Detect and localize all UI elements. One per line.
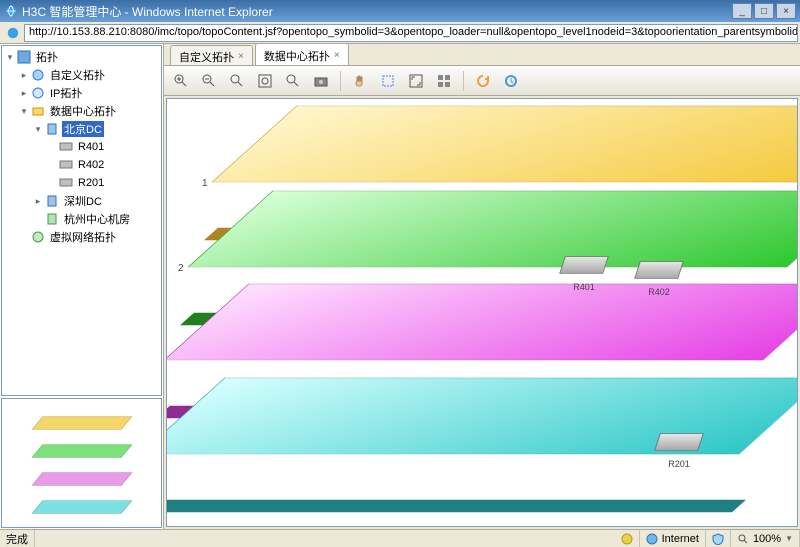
device-r402[interactable]: R402	[637, 259, 681, 291]
device-r401[interactable]: R401	[562, 254, 606, 286]
device-icon	[58, 175, 74, 191]
tab-dc-topo[interactable]: 数据中心拓扑 ×	[255, 43, 349, 65]
minimap-layer	[31, 500, 132, 513]
device-icon	[58, 139, 74, 155]
topo-icon	[16, 49, 32, 65]
topology-canvas[interactable]: 1 2 3 4 R401 R402 R201	[166, 98, 798, 527]
window-titlebar: H3C 智能管理中心 - Windows Internet Explorer _…	[0, 0, 800, 22]
select-button[interactable]	[377, 70, 399, 92]
virtual-topo-icon	[30, 229, 46, 245]
tree-device-r201[interactable]: R201	[46, 174, 159, 192]
layout-button[interactable]	[433, 70, 455, 92]
tree-item-shenzhen-dc[interactable]: ▸深圳DC	[32, 192, 159, 210]
tree-item-dc[interactable]: ▾数据中心拓扑	[18, 102, 159, 120]
zoom-area-button[interactable]	[226, 70, 248, 92]
custom-topo-icon	[30, 67, 46, 83]
url-input[interactable]: http://10.153.88.210:8080/imc/topo/topoC…	[24, 24, 798, 42]
close-button[interactable]: ×	[776, 3, 796, 19]
minimap-layer	[31, 444, 132, 457]
device-icon	[58, 157, 74, 173]
tree-item-custom[interactable]: ▸自定义拓扑	[18, 66, 159, 84]
zoom-out-button[interactable]	[198, 70, 220, 92]
tab-custom-topo[interactable]: 自定义拓扑 ×	[170, 45, 253, 65]
tree-item-ip[interactable]: ▸IP拓扑	[18, 84, 159, 102]
tab-label: 自定义拓扑	[179, 49, 234, 65]
building-icon	[44, 121, 60, 137]
zoom-fit-button[interactable]	[254, 70, 276, 92]
auto-refresh-button[interactable]	[500, 70, 522, 92]
building-icon	[44, 211, 60, 227]
zoom-in-button[interactable]	[170, 70, 192, 92]
tab-close-icon[interactable]: ×	[334, 50, 340, 61]
tree-item-beijing-dc[interactable]: ▾北京DC	[32, 120, 159, 138]
ip-topo-icon	[30, 85, 46, 101]
tab-strip: 自定义拓扑 × 数据中心拓扑 ×	[164, 44, 800, 66]
minimap[interactable]	[1, 398, 162, 528]
tree-item-hangzhou[interactable]: 杭州中心机房	[32, 210, 159, 228]
camera-button[interactable]	[310, 70, 332, 92]
status-done: 完成	[0, 530, 35, 547]
tree-device-r402[interactable]: R402	[46, 156, 159, 174]
device-r201[interactable]: R201	[657, 431, 701, 463]
status-zone[interactable]: Internet	[640, 530, 706, 547]
toolbar	[164, 66, 800, 96]
tab-close-icon[interactable]: ×	[238, 51, 244, 62]
maximize-button[interactable]: □	[754, 3, 774, 19]
ie-page-icon	[6, 26, 20, 40]
tree-panel: ▾拓扑 ▸自定义拓扑 ▸IP拓扑 ▾数据中心拓扑 ▾北京DC R401 R402…	[1, 45, 162, 396]
shield-icon	[712, 533, 724, 545]
globe-icon	[646, 533, 658, 545]
minimap-layer	[31, 416, 132, 429]
ie-icon	[4, 4, 18, 18]
tree-root[interactable]: ▾拓扑	[4, 48, 159, 66]
status-security-icon[interactable]	[615, 530, 640, 547]
tree-item-virtual[interactable]: 虚拟网络拓扑	[18, 228, 159, 246]
tab-label: 数据中心拓扑	[264, 48, 330, 64]
floor-layer-4[interactable]: 4	[182, 331, 782, 501]
status-zoom[interactable]: 100%▼	[731, 530, 800, 547]
status-bar: 完成 Internet 100%▼	[0, 529, 800, 547]
window-title: H3C 智能管理中心 - Windows Internet Explorer	[22, 3, 732, 20]
zoom-icon	[737, 533, 749, 545]
address-bar: http://10.153.88.210:8080/imc/topo/topoC…	[0, 22, 800, 44]
zoom-reset-button[interactable]	[282, 70, 304, 92]
minimap-layer	[31, 472, 132, 485]
building-icon	[44, 193, 60, 209]
refresh-button[interactable]	[472, 70, 494, 92]
status-protected-mode[interactable]	[706, 530, 731, 547]
fullscreen-button[interactable]	[405, 70, 427, 92]
hand-button[interactable]	[349, 70, 371, 92]
tree-device-r401[interactable]: R401	[46, 138, 159, 156]
minimize-button[interactable]: _	[732, 3, 752, 19]
dc-topo-icon	[30, 103, 46, 119]
